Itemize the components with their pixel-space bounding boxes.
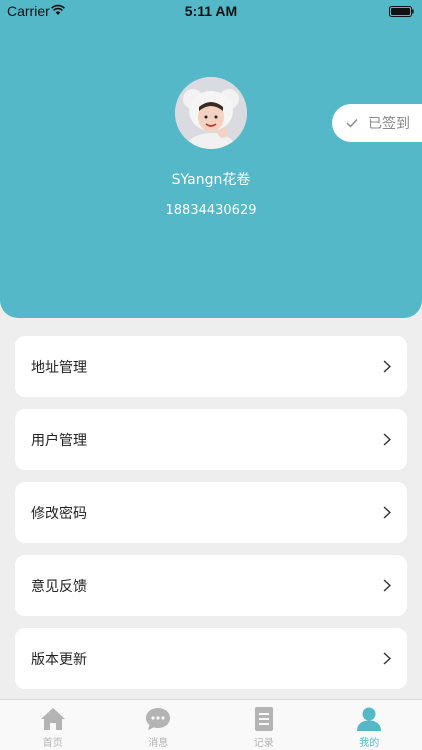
menu-item-label: 意见反馈 <box>31 578 87 595</box>
profile-header: Carrier 5:11 AM SYangn花卷 18834430629 已签到 <box>0 0 422 318</box>
menu-item-users[interactable]: 用户管理 <box>15 409 407 470</box>
settings-menu: 地址管理 用户管理 修改密码 意见反馈 版本更新 <box>15 336 407 701</box>
nickname: SYangn花卷 <box>171 172 251 188</box>
menu-item-label: 地址管理 <box>31 359 87 376</box>
menu-item-label: 版本更新 <box>31 651 87 668</box>
tab-home[interactable]: 首页 <box>0 700 106 750</box>
menu-item-password[interactable]: 修改密码 <box>15 482 407 543</box>
tab-messages[interactable]: 消息 <box>106 700 212 750</box>
signin-label: 已签到 <box>368 116 410 132</box>
chevron-right-icon <box>383 360 391 373</box>
tab-profile[interactable]: 我的 <box>317 700 422 750</box>
tab-label: 首页 <box>42 738 63 749</box>
message-icon <box>146 708 171 730</box>
avatar[interactable] <box>175 77 247 149</box>
avatar-image <box>175 77 247 149</box>
tab-bar: 首页 消息 记录 我的 <box>0 699 422 750</box>
menu-item-label: 修改密码 <box>31 505 87 522</box>
check-icon <box>346 119 358 128</box>
tab-records[interactable]: 记录 <box>211 700 317 750</box>
signin-button[interactable]: 已签到 <box>332 104 422 142</box>
menu-item-feedback[interactable]: 意见反馈 <box>15 555 407 616</box>
tab-label: 我的 <box>359 738 380 749</box>
status-time: 5:11 AM <box>184 3 238 19</box>
chevron-right-icon <box>383 506 391 519</box>
phone-number: 18834430629 <box>165 203 257 218</box>
tab-label: 消息 <box>148 738 169 749</box>
chevron-right-icon <box>383 652 391 665</box>
chevron-right-icon <box>383 579 391 592</box>
menu-item-address[interactable]: 地址管理 <box>15 336 407 397</box>
profile-icon <box>357 707 382 731</box>
home-icon <box>40 708 65 730</box>
battery-icon <box>389 6 414 17</box>
record-icon <box>254 707 273 731</box>
menu-item-label: 用户管理 <box>31 432 87 449</box>
chevron-right-icon <box>383 433 391 446</box>
menu-item-version[interactable]: 版本更新 <box>15 628 407 689</box>
tab-label: 记录 <box>253 738 274 749</box>
status-bar: Carrier 5:11 AM <box>0 0 422 22</box>
